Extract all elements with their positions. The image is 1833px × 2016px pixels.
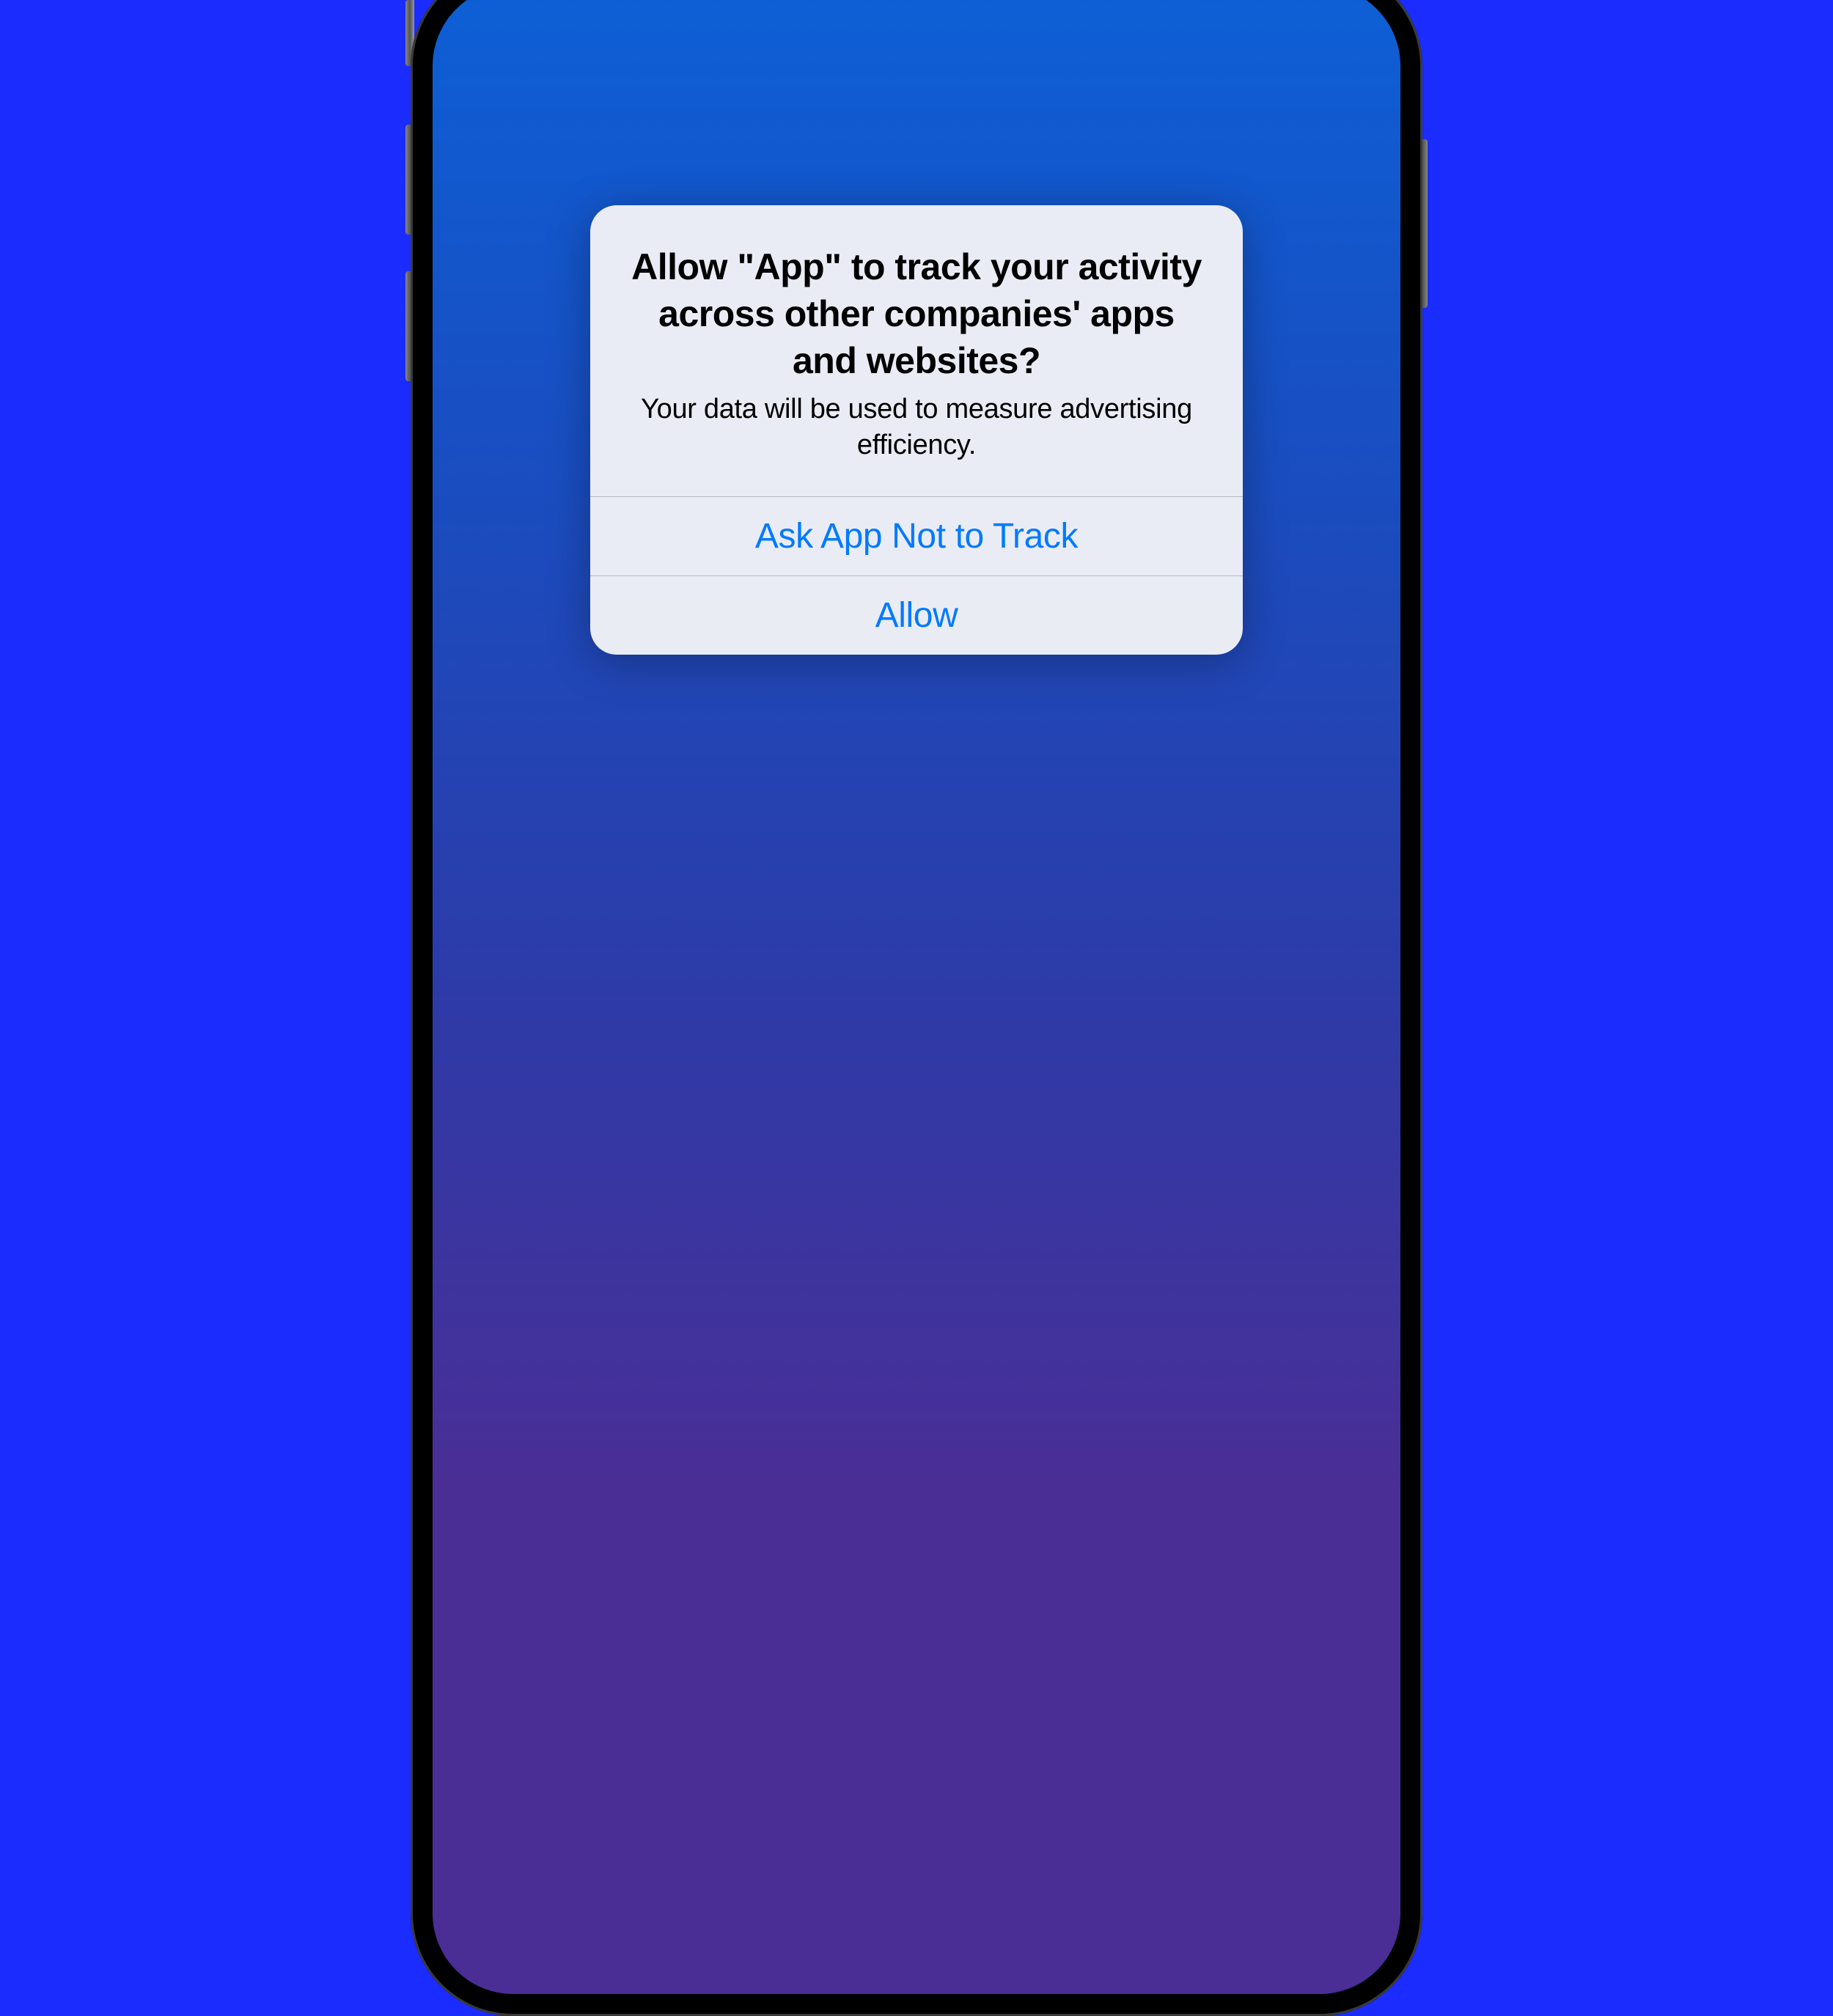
allow-button[interactable]: Allow <box>590 575 1243 655</box>
phone-mockup: Allow "App" to track your activity acros… <box>403 0 1430 994</box>
dialog-title: Allow "App" to track your activity acros… <box>627 243 1206 384</box>
phone-screen: Allow "App" to track your activity acros… <box>433 0 1400 1994</box>
dialog-subtitle: Your data will be used to measure advert… <box>627 391 1206 464</box>
ask-not-to-track-button[interactable]: Ask App Not to Track <box>590 496 1243 575</box>
dialog-header: Allow "App" to track your activity acros… <box>590 205 1243 496</box>
tracking-permission-dialog: Allow "App" to track your activity acros… <box>590 205 1243 655</box>
phone-frame: Allow "App" to track your activity acros… <box>411 0 1422 2016</box>
